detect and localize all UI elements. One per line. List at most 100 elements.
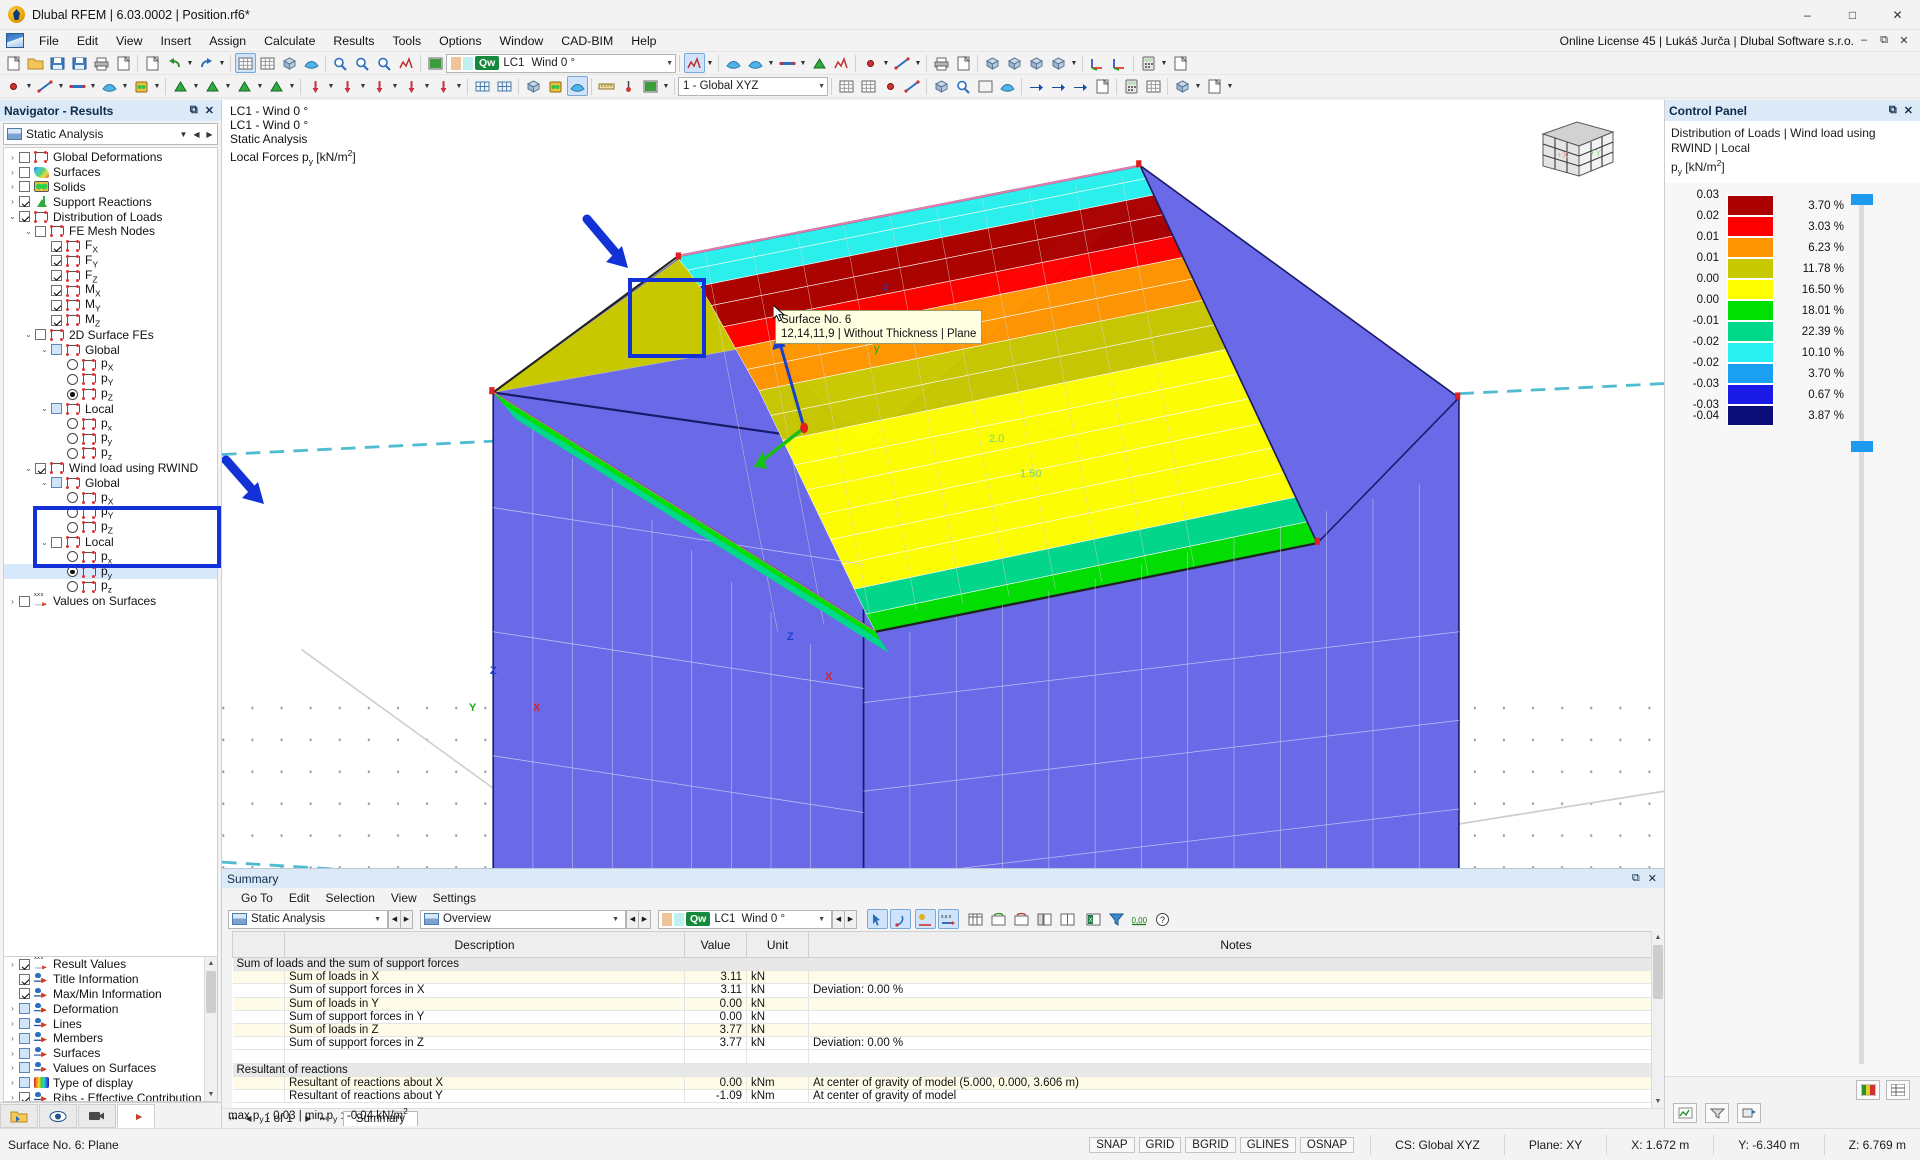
- summary-table-row[interactable]: Sum of loads in Y0.00kN: [233, 997, 1664, 1010]
- measure-button[interactable]: [596, 76, 617, 96]
- display-tree-item-max-min-information[interactable]: Max/Min Information: [4, 987, 217, 1002]
- tree-item-f[interactable]: FX: [4, 239, 217, 254]
- show-results-dropdown-arrow[interactable]: ▼: [705, 53, 715, 73]
- scroll-up-icon[interactable]: ▲: [1652, 931, 1664, 944]
- colorbar-button[interactable]: [640, 76, 661, 96]
- summary-view-next[interactable]: ▶: [638, 910, 651, 929]
- insert-surface-dropdown-arrow[interactable]: ▼: [120, 76, 130, 96]
- chevron-down-icon[interactable]: ⌄: [22, 464, 35, 473]
- toggle-glines[interactable]: GLINES: [1240, 1137, 1296, 1153]
- tree-checkbox[interactable]: [51, 300, 62, 311]
- analysis-type-selector[interactable]: Static Analysis ▼ ◀ ▶: [3, 123, 218, 145]
- panel-color-scale-icon[interactable]: [1856, 1080, 1880, 1100]
- tree-item-global[interactable]: ⌄Global: [4, 476, 217, 491]
- column-header-value[interactable]: Value: [685, 932, 747, 958]
- filter-button[interactable]: [1106, 909, 1127, 929]
- legend-color-swatch[interactable]: [1727, 363, 1774, 384]
- display-tree-item-surfaces[interactable]: ›Surfaces: [4, 1046, 217, 1061]
- member-results-dropdown-arrow[interactable]: ▼: [798, 53, 808, 73]
- scroll-down-icon[interactable]: ▼: [205, 1088, 217, 1101]
- chevron-down-icon[interactable]: ⌄: [38, 404, 51, 413]
- rotate-button[interactable]: [1048, 76, 1069, 96]
- menu-assign[interactable]: Assign: [200, 32, 255, 50]
- tree-checkbox[interactable]: [19, 1033, 30, 1044]
- summary-table-row[interactable]: Resultant of reactions about Y-1.09kNmAt…: [233, 1089, 1664, 1102]
- chevron-down-icon[interactable]: ⌄: [6, 212, 19, 221]
- tab-results-navigator[interactable]: [117, 1104, 155, 1128]
- free-load-button[interactable]: [433, 76, 454, 96]
- tree-item-surfaces[interactable]: ›Surfaces: [4, 165, 217, 180]
- generate-mesh-button[interactable]: [494, 76, 515, 96]
- insert-node-dropdown-arrow[interactable]: ▼: [24, 76, 34, 96]
- chevron-right-icon[interactable]: ›: [6, 1093, 19, 1102]
- help-toolbar-button[interactable]: [1170, 53, 1191, 73]
- menu-help[interactable]: Help: [622, 32, 665, 50]
- chevron-right-icon[interactable]: ›: [6, 597, 19, 606]
- summary-view-selector[interactable]: Overview ▼: [420, 910, 626, 929]
- tree-item-local[interactable]: ⌄Local: [4, 402, 217, 417]
- nodal-support-dropdown-arrow[interactable]: ▼: [191, 76, 201, 96]
- table-insert-row-button[interactable]: [988, 909, 1009, 929]
- undo-dropdown-arrow[interactable]: ▼: [185, 53, 195, 73]
- display-tree-item-values-on-surfaces[interactable]: ›Values on Surfaces: [4, 1061, 217, 1076]
- transparency-button[interactable]: [997, 76, 1018, 96]
- tree-radio-button[interactable]: [67, 448, 78, 459]
- tree-checkbox[interactable]: [35, 226, 46, 237]
- object-snap-button[interactable]: [880, 76, 901, 96]
- tree-item-m[interactable]: MX: [4, 283, 217, 298]
- tree-radio-button[interactable]: [67, 433, 78, 444]
- tab-render-navigator[interactable]: [78, 1104, 116, 1128]
- surface-results-button[interactable]: [745, 53, 766, 73]
- cut-button[interactable]: [142, 53, 163, 73]
- display-tree-item-lines[interactable]: ›Lines: [4, 1016, 217, 1031]
- render-mode-button[interactable]: [975, 76, 996, 96]
- chevron-right-icon[interactable]: ›: [6, 168, 19, 177]
- panel-table-view-icon[interactable]: [1886, 1080, 1910, 1100]
- tree-item-p[interactable]: pX: [4, 357, 217, 372]
- tree-checkbox[interactable]: [19, 1077, 30, 1088]
- close-button[interactable]: ✕: [1875, 0, 1920, 30]
- print-button[interactable]: [91, 53, 112, 73]
- more-tools-button[interactable]: [1204, 76, 1225, 96]
- tree-checkbox[interactable]: [19, 196, 30, 207]
- tree-checkbox[interactable]: [51, 255, 62, 266]
- load-case-color-button[interactable]: [425, 53, 446, 73]
- tree-item-p[interactable]: pZ: [4, 387, 217, 402]
- tree-checkbox[interactable]: [19, 596, 30, 607]
- print-report-button[interactable]: [931, 53, 952, 73]
- maximize-button[interactable]: □: [1830, 0, 1875, 30]
- summary-table-scrollbar[interactable]: ▲ ▼: [1651, 931, 1664, 1108]
- line-load-dropdown-arrow[interactable]: ▼: [358, 76, 368, 96]
- menu-edit[interactable]: Edit: [68, 32, 107, 50]
- line-support-dropdown-arrow[interactable]: ▼: [223, 76, 233, 96]
- tree-checkbox[interactable]: [35, 463, 46, 474]
- menu-view[interactable]: View: [107, 32, 151, 50]
- legend-color-swatch[interactable]: [1727, 216, 1774, 237]
- view-all-button[interactable]: [330, 53, 351, 73]
- summary-menu-edit[interactable]: Edit: [281, 890, 318, 906]
- menu-cad-bim[interactable]: CAD-BIM: [552, 32, 622, 50]
- legend-range-slider-track[interactable]: [1859, 199, 1864, 1064]
- tab-view-navigator[interactable]: [39, 1104, 77, 1128]
- working-plane-button[interactable]: [836, 76, 857, 96]
- display-tree-item-members[interactable]: ›Members: [4, 1031, 217, 1046]
- nodes-button[interactable]: [860, 53, 881, 73]
- results-table-button[interactable]: [1143, 76, 1164, 96]
- panel-factors-tab-icon[interactable]: [1673, 1103, 1697, 1123]
- navigator-close-icon[interactable]: ✕: [205, 104, 214, 117]
- tree-radio-button[interactable]: [67, 581, 78, 592]
- summary-scroll-thumb[interactable]: [1653, 945, 1663, 999]
- prev-analysis-icon[interactable]: ◀: [191, 130, 202, 139]
- toggle-grid[interactable]: GRID: [1139, 1137, 1182, 1153]
- pin-button[interactable]: [618, 76, 639, 96]
- table-columns-button[interactable]: [965, 909, 986, 929]
- table-layout-button[interactable]: [1057, 909, 1078, 929]
- show-results-button[interactable]: [684, 53, 705, 73]
- display-tree-item-ribs-effective-contribution-on-su-[interactable]: ›Ribs - Effective Contribution on Su…: [4, 1090, 217, 1102]
- printout-button[interactable]: [953, 53, 974, 73]
- display-tree-item-type-of-display[interactable]: ›Type of display: [4, 1075, 217, 1090]
- control-panel-close-icon[interactable]: ✕: [1904, 104, 1913, 117]
- next-analysis-icon[interactable]: ▶: [204, 130, 215, 139]
- chevron-down-icon[interactable]: ▼: [608, 916, 623, 923]
- nodal-support-button[interactable]: [170, 76, 191, 96]
